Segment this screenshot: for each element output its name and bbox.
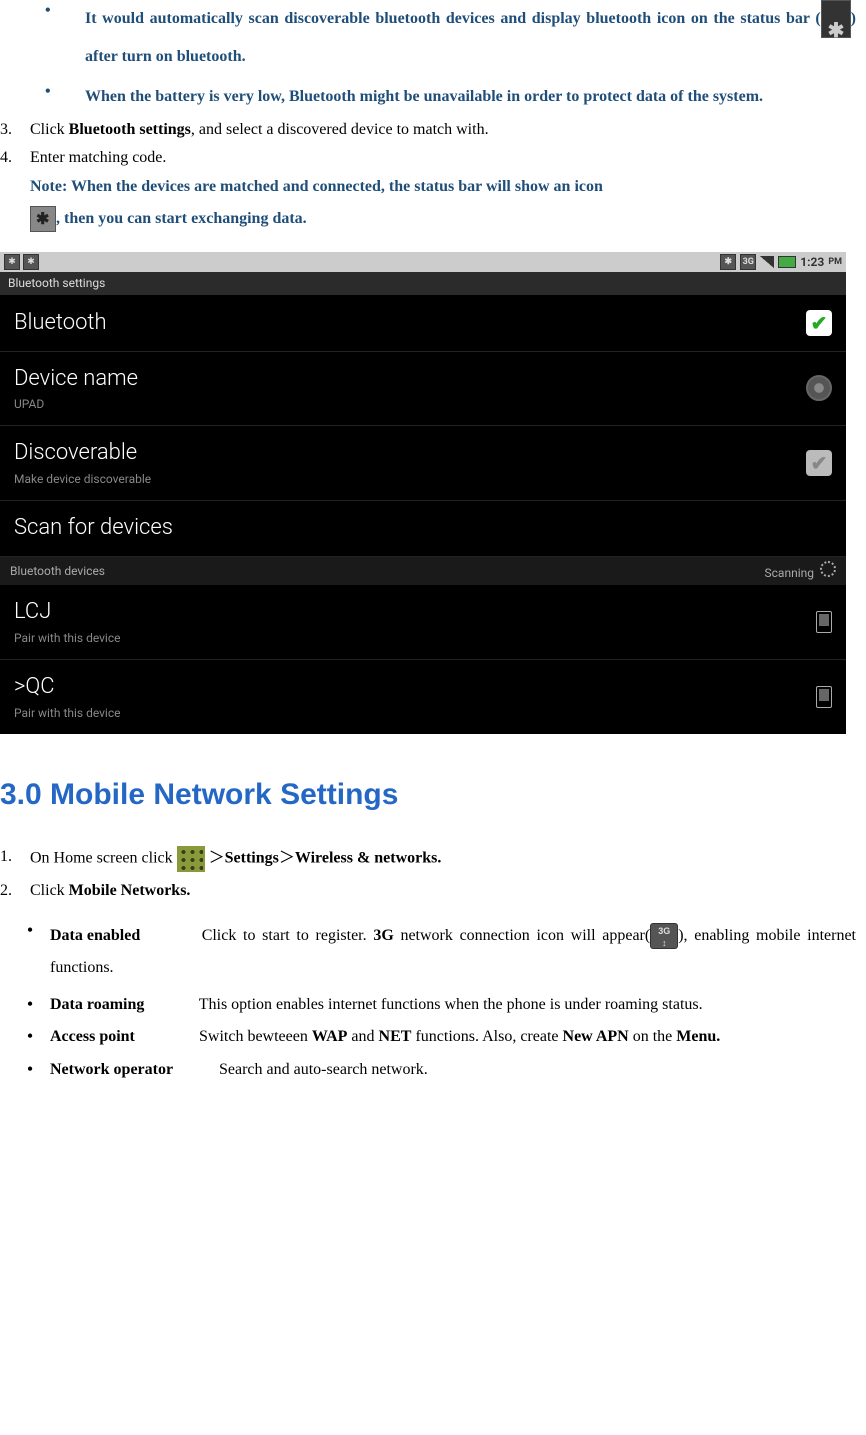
signal-icon [760, 256, 774, 268]
bluetooth-settings-screenshot: ✱ ✱ ✱ 3G 1:23 PM Bluetooth settings Blue… [0, 252, 846, 734]
status-time: 1:23 [800, 254, 824, 271]
network-3g-icon: 3G↕ [650, 923, 678, 949]
device-sub: Pair with this device [14, 705, 816, 722]
bullet-dot: • [10, 1026, 50, 1048]
device-name-row[interactable]: Device name UPAD [0, 352, 846, 427]
opt1-text: This option enables internet functions w… [199, 996, 703, 1013]
nav2-bold: Mobile Networks. [69, 882, 191, 899]
note-line2: , then you can start exchanging data. [56, 208, 307, 230]
screen-title: Bluetooth settings [0, 272, 846, 296]
status-ampm: PM [828, 256, 842, 269]
opt0-pre: Click to start to register. [202, 927, 374, 944]
step-number: 4. [0, 147, 30, 169]
bluetooth-icon [821, 0, 851, 38]
status-bar: ✱ ✱ ✱ 3G 1:23 PM [0, 252, 846, 272]
network-3g-icon: 3G [740, 254, 756, 270]
note-line1: When the devices are matched and connect… [71, 178, 603, 195]
nav1-b2: Wireless & networks. [295, 849, 442, 866]
checkbox-on-icon[interactable]: ✔ [806, 310, 832, 336]
checkbox-off-icon[interactable]: ✔ [806, 450, 832, 476]
step4: Enter matching code. [30, 149, 166, 166]
device-name: >QC [14, 672, 816, 703]
step3-bold: Bluetooth settings [69, 121, 191, 138]
row-title: Bluetooth [14, 308, 806, 339]
opt-term: Data roaming [50, 994, 195, 1016]
apps-grid-icon [177, 846, 205, 872]
device-row[interactable]: >QC Pair with this device [0, 660, 846, 734]
device-sub: Pair with this device [14, 630, 816, 647]
opt-term: Access point [50, 1026, 195, 1048]
discoverable-row[interactable]: Discoverable Make device discoverable ✔ [0, 426, 846, 501]
opt0-mid: network connection icon will appear( [394, 927, 650, 944]
bluetooth-toggle-row[interactable]: Bluetooth ✔ [0, 296, 846, 352]
intro-bullet-2: When the battery is very low, Bluetooth … [85, 88, 763, 105]
step3-post: , and select a discovered device to matc… [191, 121, 489, 138]
opt3-text: Search and auto-search network. [219, 1061, 428, 1078]
bt-indicator-icon: ✱ [720, 254, 736, 270]
note-label: Note: [30, 178, 71, 195]
opt-term: Data enabled [50, 920, 195, 952]
devices-section-header: Bluetooth devices Scanning [0, 557, 846, 586]
phone-icon [816, 611, 832, 633]
row-title: Discoverable [14, 438, 806, 469]
step3-pre: Click [30, 121, 69, 138]
devices-header-label: Bluetooth devices [10, 563, 105, 580]
device-name: LCJ [14, 597, 816, 628]
bullet-dot: • [10, 920, 50, 942]
opt2-m2: functions. Also, create [411, 1028, 562, 1045]
section-heading: 3.0 Mobile Network Settings [0, 774, 856, 816]
nav2-pre: Click [30, 882, 69, 899]
bullet-dot: • [10, 994, 50, 1016]
radio-icon[interactable] [806, 375, 832, 401]
bullet-dot: • [45, 81, 85, 103]
bt-status-icon: ✱ [4, 254, 20, 270]
step-number: 3. [0, 119, 30, 141]
device-row[interactable]: LCJ Pair with this device [0, 585, 846, 660]
row-title: Device name [14, 364, 806, 395]
bullet-dot: • [45, 0, 85, 22]
battery-icon [778, 256, 796, 268]
bullet-dot: • [10, 1059, 50, 1081]
spinner-icon [820, 561, 836, 577]
opt2-b2: NET [379, 1028, 412, 1045]
opt2-b4: Menu. [676, 1028, 720, 1045]
bluetooth-connected-icon [30, 206, 56, 232]
row-subtitle: UPAD [14, 396, 806, 413]
nav1-mid: ＞ [279, 849, 295, 866]
opt2-m3: on the [629, 1028, 677, 1045]
opt2-b1: WAP [312, 1028, 348, 1045]
nav1-post: ＞ [205, 849, 225, 866]
intro-bullet-1a: It would automatically scan discoverable… [85, 10, 821, 27]
row-subtitle: Make device discoverable [14, 471, 806, 488]
bt-status-icon: ✱ [23, 254, 39, 270]
opt-term: Network operator [50, 1059, 215, 1081]
phone-icon [816, 686, 832, 708]
scan-devices-row[interactable]: Scan for devices [0, 501, 846, 557]
step-number: 2. [0, 880, 30, 902]
row-title: Scan for devices [14, 513, 832, 544]
opt2-b3: New APN [563, 1028, 629, 1045]
opt0-b1: 3G [373, 927, 393, 944]
nav1-b1: Settings [225, 849, 279, 866]
opt2-m1: and [347, 1028, 378, 1045]
nav1-pre: On Home screen click [30, 849, 177, 866]
scanning-label: Scanning [765, 566, 814, 580]
step-number: 1. [0, 846, 30, 868]
opt2-pre: Switch bewteeen [199, 1028, 312, 1045]
